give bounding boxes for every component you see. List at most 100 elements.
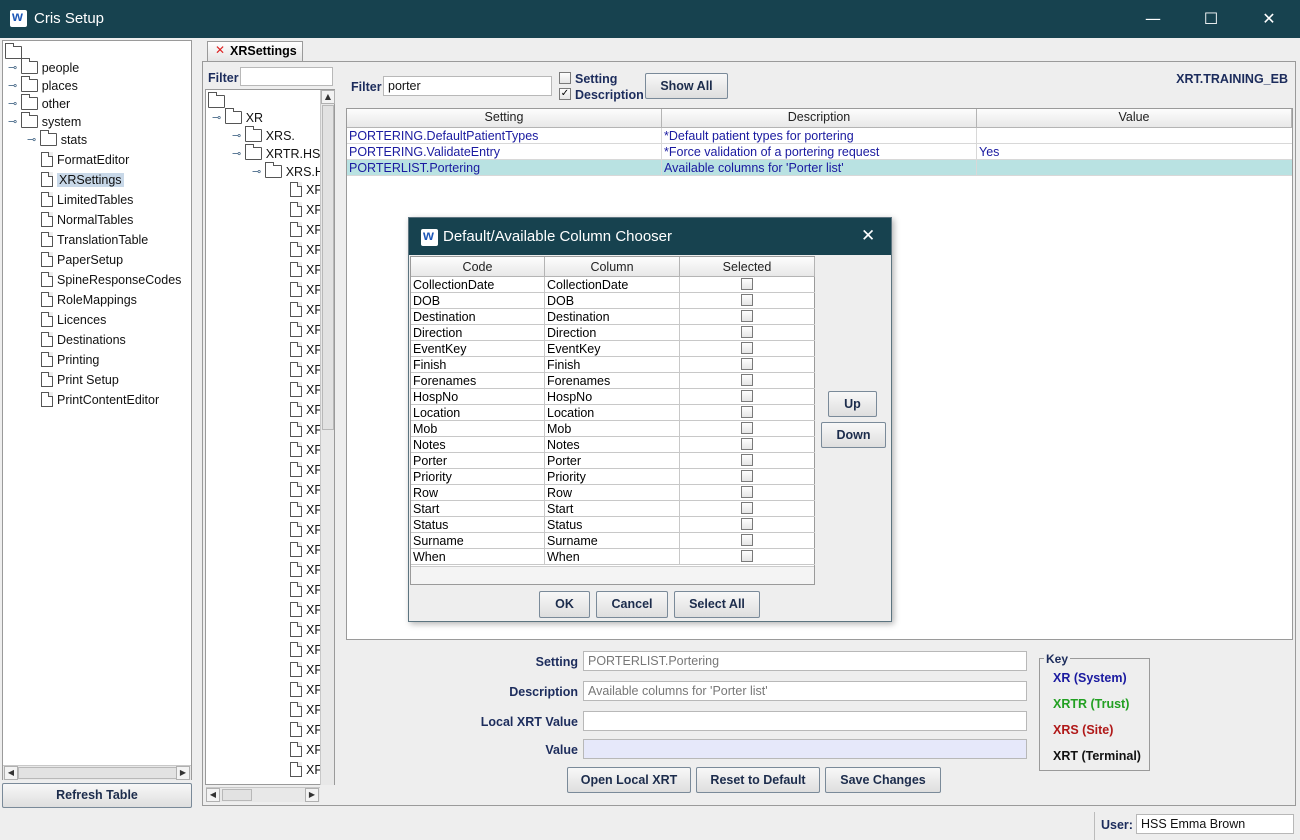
middle-tree-vscrollbar[interactable]: ▲ [320,90,335,785]
dialog-cell-code[interactable]: CollectionDate [411,277,545,293]
dialog-row[interactable]: HospNo HospNo [411,389,815,405]
mid-tree-leaf[interactable]: XF [290,242,322,260]
selected-checkbox[interactable] [741,534,753,546]
column-header-description[interactable]: Description [662,109,977,128]
dialog-row[interactable]: Finish Finish [411,357,815,373]
dialog-cell-column[interactable]: Notes [545,437,680,453]
settings-row[interactable]: PORTERING.DefaultPatientTypes *Default pa… [347,128,1292,144]
tree-item-spineresponsecodes[interactable]: SpineResponseCodes [27,272,181,290]
cell-setting[interactable]: PORTERING.DefaultPatientTypes [347,128,662,144]
scroll-right-arrow-icon[interactable]: ▶ [176,766,190,780]
dialog-cell-code[interactable]: Start [411,501,545,517]
dialog-cell-column[interactable]: Row [545,485,680,501]
dialog-cell-code[interactable]: Surname [411,533,545,549]
dialog-cell-code[interactable]: Notes [411,437,545,453]
mid-tree-leaf[interactable]: XF [290,722,322,740]
mid-tree-leaf[interactable]: XF [290,362,322,380]
selected-checkbox[interactable] [741,454,753,466]
mid-tree-leaf[interactable]: XF [290,662,322,680]
dialog-cell-code[interactable]: Porter [411,453,545,469]
dialog-cell-column[interactable]: CollectionDate [545,277,680,293]
dialog-cell-column[interactable]: Priority [545,469,680,485]
dialog-cell-code[interactable]: Finish [411,357,545,373]
dialog-cell-code[interactable]: Status [411,517,545,533]
value-field[interactable] [583,739,1027,759]
expand-handle-icon[interactable]: ⊸ [8,80,17,92]
dialog-cell-column[interactable]: EventKey [545,341,680,357]
reset-to-default-button[interactable]: Reset to Default [696,767,820,793]
tree-item-formateditor[interactable]: FormatEditor [27,152,129,170]
expand-handle-icon[interactable]: ⊸ [232,148,241,160]
mid-tree-leaf[interactable]: XF [290,702,322,720]
mid-tree-leaf[interactable]: XF [290,302,322,320]
mid-tree-leaf[interactable]: XF [290,742,322,760]
save-changes-button[interactable]: Save Changes [825,767,941,793]
column-header-setting[interactable]: Setting [347,109,662,128]
cell-value[interactable]: Yes [977,144,1292,160]
mid-tree-leaf[interactable]: XF [290,482,322,500]
tree-item-printing[interactable]: Printing [27,352,99,370]
mid-tree-leaf[interactable]: XF [290,422,322,440]
dialog-row[interactable]: Surname Surname [411,533,815,549]
local-xrt-field[interactable] [583,711,1027,731]
maximize-button[interactable]: ☐ [1182,0,1240,38]
dialog-cell-column[interactable]: Mob [545,421,680,437]
tab-xrsettings[interactable]: ✕ XRSettings [207,41,303,61]
middle-filter-input[interactable] [240,67,333,86]
ok-button[interactable]: OK [539,591,590,618]
expand-handle-icon[interactable]: ⊸ [8,62,17,74]
dialog-cell-column[interactable]: Status [545,517,680,533]
dialog-column-header-column[interactable]: Column [545,257,680,277]
scroll-left-arrow-icon[interactable]: ◀ [206,788,220,802]
dialog-close-icon[interactable]: ✕ [861,226,875,246]
mid-tree-leaf[interactable]: XF [290,602,322,620]
dialog-cell-column[interactable]: Finish [545,357,680,373]
dialog-row[interactable]: Row Row [411,485,815,501]
settings-filter-input[interactable]: porter [383,76,552,96]
dialog-cell-code[interactable]: DOB [411,293,545,309]
mid-tree-leaf[interactable]: XF [290,462,322,480]
tree-item-normaltables[interactable]: NormalTables [27,212,133,230]
cancel-button[interactable]: Cancel [596,591,668,618]
dialog-row[interactable]: EventKey EventKey [411,341,815,357]
mid-tree-leaf[interactable]: XF [290,522,322,540]
dialog-column-header-selected[interactable]: Selected [680,257,815,277]
left-tree-hscrollbar[interactable]: ◀ ▶ [3,765,191,780]
cell-description[interactable]: *Default patient types for portering [662,128,977,144]
scroll-thumb[interactable] [222,789,252,801]
dialog-cell-column[interactable]: Destination [545,309,680,325]
selected-checkbox[interactable] [741,374,753,386]
tree-item-stats[interactable]: ⊸ stats [27,130,87,150]
dialog-cell-code[interactable]: HospNo [411,389,545,405]
setting-checkbox[interactable] [559,72,571,84]
mid-tree-leaf[interactable]: XF [290,402,322,420]
selected-checkbox[interactable] [741,550,753,562]
selected-checkbox[interactable] [741,438,753,450]
dialog-cell-column[interactable]: Start [545,501,680,517]
dialog-cell-code[interactable]: Mob [411,421,545,437]
tree-item-licences[interactable]: Licences [27,312,106,330]
setting-field[interactable]: PORTERLIST.Portering [583,651,1027,671]
mid-tree-leaf[interactable]: XF [290,562,322,580]
selected-checkbox[interactable] [741,342,753,354]
dialog-row[interactable]: When When [411,549,815,565]
tree-item-print-setup[interactable]: Print Setup [27,372,119,390]
dialog-cell-code[interactable]: Row [411,485,545,501]
mid-tree-leaf[interactable]: XF [290,342,322,360]
tree-item-translationtable[interactable]: TranslationTable [27,232,148,250]
selected-checkbox[interactable] [741,278,753,290]
dialog-row[interactable]: Status Status [411,517,815,533]
up-button[interactable]: Up [828,391,877,417]
mid-tree-leaf[interactable]: XF [290,622,322,640]
selected-checkbox[interactable] [741,502,753,514]
mid-tree-leaf[interactable]: XF [290,642,322,660]
tree-item-papersetup[interactable]: PaperSetup [27,252,123,270]
scroll-right-arrow-icon[interactable]: ▶ [305,788,319,802]
selected-checkbox[interactable] [741,326,753,338]
dialog-cell-column[interactable]: Porter [545,453,680,469]
mid-tree-leaf[interactable]: XF [290,442,322,460]
mid-tree-node[interactable]: ⊸ XRS.H [252,162,324,182]
dialog-cell-code[interactable]: Priority [411,469,545,485]
mid-tree-leaf[interactable]: XF [290,762,322,780]
selected-checkbox[interactable] [741,406,753,418]
